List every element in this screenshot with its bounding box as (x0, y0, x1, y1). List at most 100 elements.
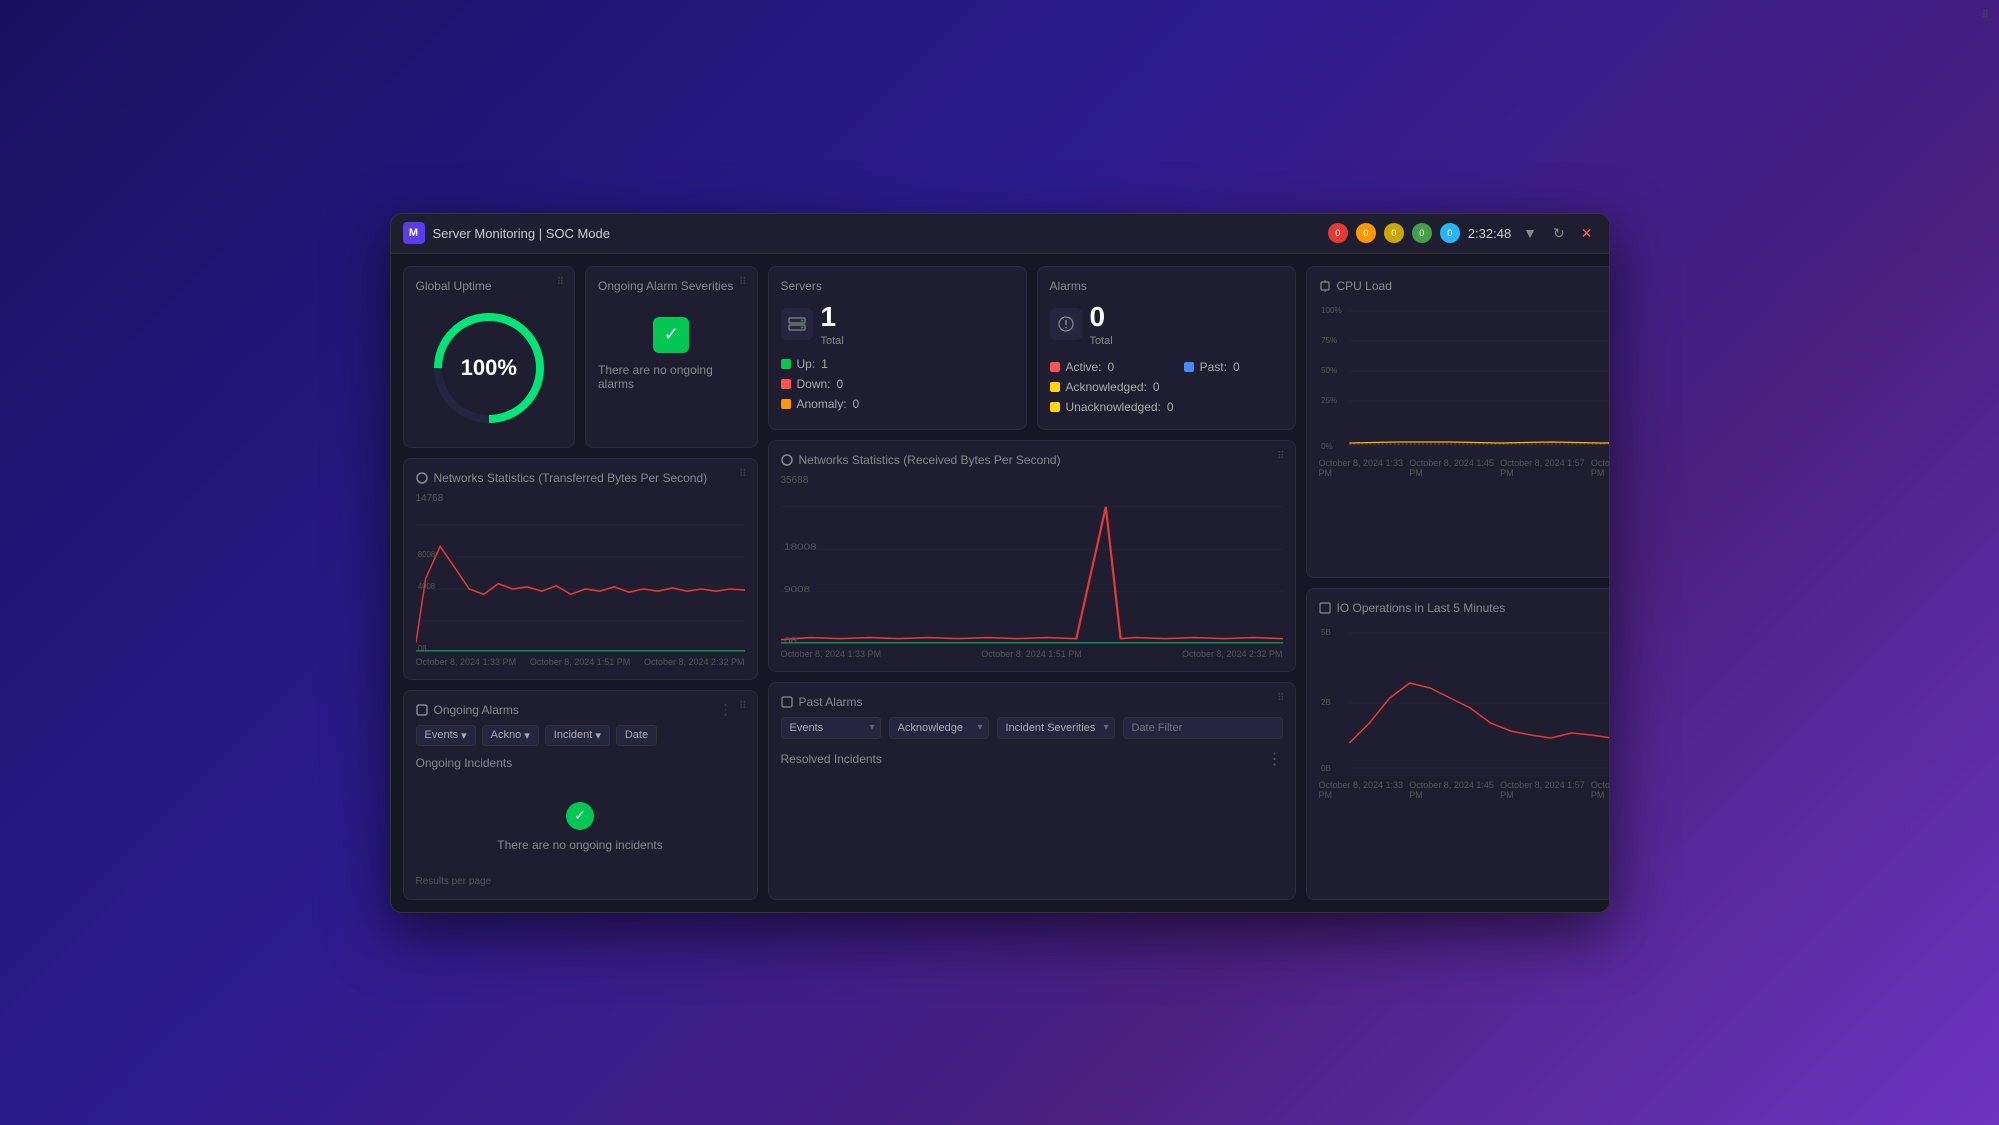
active-dot (1050, 362, 1060, 372)
uptime-circle: 100% (434, 313, 544, 423)
networks-transferred-card: ⠿ Networks Statistics (Transferred Bytes… (403, 458, 758, 680)
servers-down: Down: 0 (781, 377, 1014, 391)
dashboard: ⠿ Global Uptime 100% ⠿ Ongoing Alarm Sev… (391, 254, 1609, 912)
alarms-acknowledged: Acknowledged: 0 (1050, 377, 1174, 397)
alarms-past: Past: 0 (1184, 357, 1283, 377)
past-dot (1184, 362, 1194, 372)
ack-dot (1050, 382, 1060, 392)
date-filter-input[interactable] (1123, 717, 1283, 739)
status-dot-blue[interactable]: 0 (1440, 223, 1460, 243)
servers-up: Up: 1 (781, 357, 1014, 371)
status-dot-orange[interactable]: 0 (1356, 223, 1376, 243)
past-alarms-card: ⠿ Past Alarms Events Acknowledge (768, 682, 1296, 900)
cpu-load-card: ⠿ CPU Load 100% 75% 50% 25% 0% (1306, 266, 1610, 578)
drag-handle-4[interactable]: ⠿ (739, 701, 746, 712)
ongoing-incidents-title: Ongoing Incidents (416, 756, 513, 770)
chart-y-label: 14768 (416, 493, 444, 504)
svg-text:8008: 8008 (417, 549, 435, 558)
servers-stats: Up: 1 Down: 0 Anomaly: 0 (781, 357, 1014, 411)
networks-received-card: ⠿ Networks Statistics (Received Bytes Pe… (768, 440, 1296, 672)
close-button[interactable]: ✕ (1577, 223, 1597, 244)
filter-date[interactable]: Date (616, 725, 657, 746)
filter-events[interactable]: Events ▾ (416, 725, 476, 746)
svg-text:25%: 25% (1321, 396, 1337, 405)
down-dot (781, 379, 791, 389)
svg-text:4008: 4008 (417, 581, 435, 590)
ongoing-alarms-title: Ongoing Alarms (416, 703, 745, 717)
incidents-empty: ✓ There are no ongoing incidents (416, 786, 745, 868)
servers-title: Servers (781, 279, 1014, 293)
global-uptime-title: Global Uptime (416, 279, 563, 293)
status-dot-yellow[interactable]: 0 (1384, 223, 1404, 243)
anomaly-dot (781, 399, 791, 409)
svg-text:2B: 2B (1321, 698, 1331, 707)
status-dot-green[interactable]: 0 (1412, 223, 1432, 243)
resolved-menu-icon[interactable]: ⋮ (1267, 749, 1283, 769)
drag-handle-3[interactable]: ⠿ (739, 469, 746, 480)
drag-handle[interactable]: ⠿ (557, 277, 564, 288)
events-select[interactable]: Events (781, 717, 881, 739)
clock-display: 2:32:48 (1468, 226, 1511, 241)
chart-svg: 8008 4008 08 (416, 493, 745, 653)
drag-handle-2[interactable]: ⠿ (739, 277, 746, 288)
servers-anomaly: Anomaly: 0 (781, 397, 1014, 411)
svg-text:75%: 75% (1321, 336, 1337, 345)
io-chart-svg: 5B 2B 0B (1319, 623, 1610, 778)
alarms-total-display: 0 Total (1090, 301, 1113, 347)
chart-timestamps-rx: October 8, 2024 1:33 PM October 8, 2024 … (781, 649, 1283, 659)
no-alarms-text: There are no ongoing alarms (598, 363, 745, 391)
filter-incident[interactable]: Incident ▾ (545, 725, 610, 746)
resolved-header: Resolved Incidents ⋮ (781, 749, 1283, 769)
svg-text:08: 08 (417, 643, 426, 652)
titlebar: M Server Monitoring | SOC Mode 0 0 0 0 0… (391, 214, 1609, 254)
pagination-label: Results per page (416, 876, 492, 887)
svg-text:0B: 0B (1321, 764, 1331, 773)
check-icon: ✓ (653, 317, 689, 353)
refresh-button[interactable]: ↻ (1549, 223, 1569, 244)
left-column: ⠿ Global Uptime 100% ⠿ Ongoing Alarm Sev… (403, 266, 758, 900)
no-alarms-container: ✓ There are no ongoing alarms (598, 301, 745, 407)
right-column: ⠿ CPU Load 100% 75% 50% 25% 0% (1306, 266, 1610, 900)
up-dot (781, 359, 791, 369)
servers-icon (781, 308, 813, 340)
cpu-timestamps: October 8, 2024 1:33 PM October 8, 2024 … (1319, 458, 1610, 478)
alarms-left: Active: 0 Acknowledged: 0 Unacknowledged… (1050, 357, 1174, 417)
chart-timestamps: October 8, 2024 1:33 PM October 8, 2024 … (416, 657, 745, 667)
io-timestamps: October 8, 2024 1:33 PM October 8, 2024 … (1319, 780, 1610, 800)
drag-handle-7[interactable]: ⠿ (1277, 451, 1284, 462)
cpu-chart-svg: 100% 75% 50% 25% 0% (1319, 301, 1610, 456)
main-window: M Server Monitoring | SOC Mode 0 0 0 0 0… (390, 213, 1610, 913)
severity-select-wrap: Incident Severities (997, 717, 1115, 739)
chart-svg-rx: 18008 9008 08 (781, 475, 1283, 645)
alarms-active: Active: 0 (1050, 357, 1174, 377)
acknowledge-select[interactable]: Acknowledge (889, 717, 989, 739)
ongoing-alarms-card: ⠿ Ongoing Alarms Events ▾ Ackno ▾ Incide… (403, 690, 758, 900)
alarms-total: 0 Total (1050, 301, 1283, 347)
networks-received-chart: 35688 18008 9008 08 (781, 475, 1283, 645)
uptime-percentage: 100% (461, 355, 517, 381)
status-dot-red[interactable]: 0 (1328, 223, 1348, 243)
io-operations-title: IO Operations in Last 5 Minutes (1319, 601, 1610, 615)
events-select-wrap: Events (781, 717, 881, 739)
servers-alarms-row: ⠿ Servers (768, 266, 1296, 430)
alarms-stats: Active: 0 Acknowledged: 0 Unacknowledged… (1050, 357, 1283, 417)
app-logo: M (403, 222, 425, 244)
svg-text:18008: 18008 (783, 542, 816, 551)
servers-card: ⠿ Servers (768, 266, 1027, 430)
alarms-unacknowledged: Unacknowledged: 0 (1050, 397, 1174, 417)
filter-button[interactable]: ▼ (1519, 223, 1541, 243)
past-alarms-title: Past Alarms (781, 695, 1283, 709)
app-title: Server Monitoring | SOC Mode (433, 226, 1320, 241)
severity-select[interactable]: Incident Severities (997, 717, 1115, 739)
unack-dot (1050, 402, 1060, 412)
card-menu-icon[interactable]: ⋮ (719, 701, 733, 718)
alarms-card: ⠿ Alarms 0 (1037, 266, 1296, 430)
alarm-severities-title: Ongoing Alarm Severities (598, 279, 745, 293)
filter-acknowledge[interactable]: Ackno ▾ (482, 725, 539, 746)
alarms-icon (1050, 308, 1082, 340)
io-operations-card: ⠿ IO Operations in Last 5 Minutes 5B 2B … (1306, 588, 1610, 900)
past-alarms-filters: Events Acknowledge Incident Severities (781, 717, 1283, 739)
no-incidents-text: There are no ongoing incidents (497, 838, 662, 852)
drag-handle-8[interactable]: ⠿ (1277, 693, 1284, 704)
alarms-right: Past: 0 (1184, 357, 1283, 417)
